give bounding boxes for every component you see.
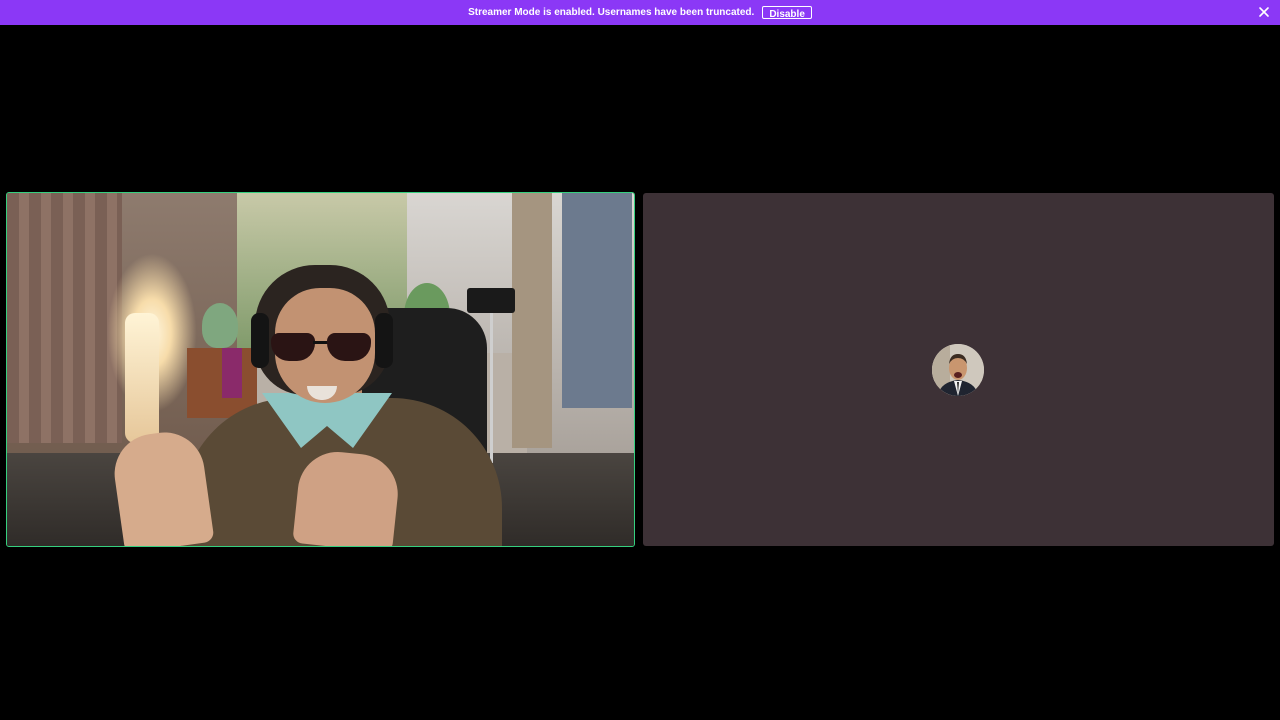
webcam-video-feed	[7, 193, 634, 546]
streamer-mode-message: Streamer Mode is enabled. Usernames have…	[468, 7, 755, 18]
close-icon[interactable]	[1258, 6, 1270, 18]
avatar	[932, 344, 984, 396]
participant-video-tile[interactable]	[6, 192, 635, 547]
voice-call-window: Streamer Mode is enabled. Usernames have…	[0, 0, 1280, 720]
streamer-mode-notice-bar: Streamer Mode is enabled. Usernames have…	[0, 0, 1280, 25]
participant-avatar-tile[interactable]	[643, 193, 1274, 546]
disable-button[interactable]: Disable	[762, 6, 812, 20]
